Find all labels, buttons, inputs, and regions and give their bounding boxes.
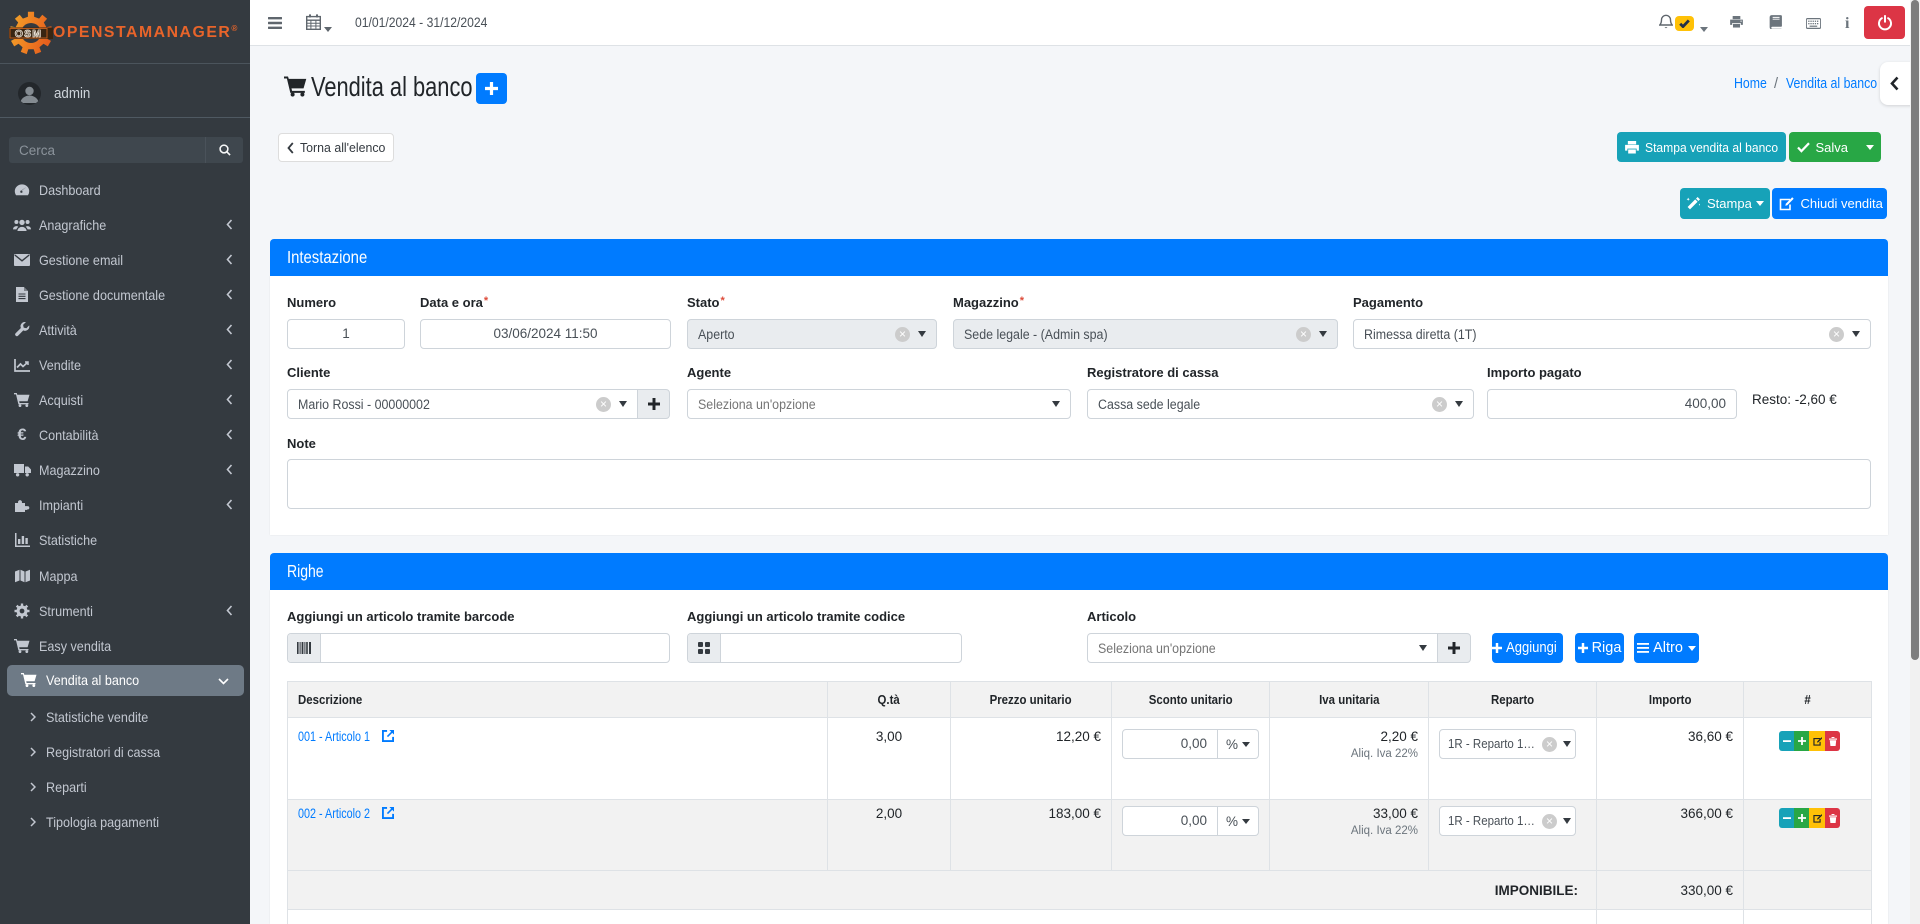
svg-text:OSM: OSM [15,28,43,40]
